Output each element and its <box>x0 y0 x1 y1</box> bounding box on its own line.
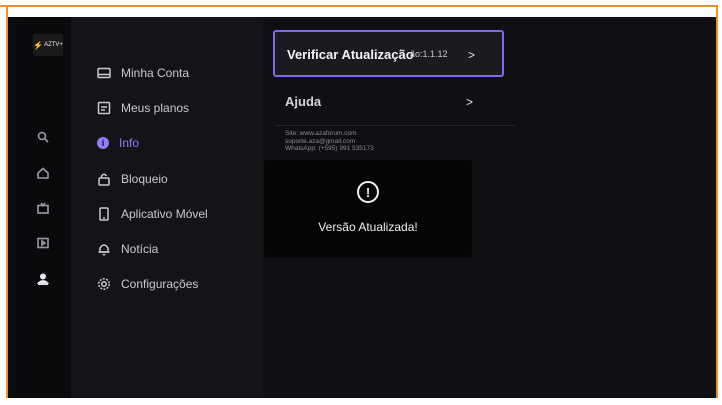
help-button[interactable]: Ajuda <box>285 94 321 109</box>
whatsapp-text: WhatsApp: (+595) 991 535173 <box>285 145 374 152</box>
menu-item-label: Info <box>119 136 140 150</box>
lock-icon <box>98 173 110 186</box>
app-logo: ⚡ AZTV+ <box>33 34 63 56</box>
bell-icon <box>98 244 110 256</box>
window-frame: ⚡ AZTV+ Minha Conta Meus planos i Info B… <box>0 0 722 405</box>
menu-item-label: Notícia <box>121 242 159 256</box>
email-text: suporte.aza@gmail.com <box>285 137 356 145</box>
account-icon <box>97 67 111 79</box>
home-icon[interactable] <box>36 166 50 180</box>
plans-icon <box>97 101 111 115</box>
gear-icon <box>98 278 110 290</box>
play-icon[interactable] <box>36 236 50 250</box>
chevron-right-icon: > <box>466 95 474 109</box>
border-top <box>0 5 716 7</box>
border-left <box>6 5 8 405</box>
menu-item-label: Minha Conta <box>121 66 190 80</box>
border-right <box>716 5 718 405</box>
update-dialog: ! Versão Atualizada! <box>264 160 472 258</box>
bottom-strip <box>0 398 722 405</box>
menu-item-label: Meus planos <box>121 101 190 115</box>
version-text: ão:1.1.12 <box>410 49 448 59</box>
menu-item-bloqueio[interactable]: Bloqueio <box>97 169 168 189</box>
tv-icon[interactable] <box>36 201 50 215</box>
dialog-message: Versão Atualizada! <box>318 220 418 234</box>
menu-item-label: Aplicativo Móvel <box>121 207 208 221</box>
bolt-icon: ⚡ <box>33 40 44 50</box>
search-icon[interactable] <box>36 130 50 144</box>
menu-item-meus-planos[interactable]: Meus planos <box>97 98 189 118</box>
divider <box>275 125 515 126</box>
menu-item-aplicativo-movel[interactable]: Aplicativo Móvel <box>97 204 208 224</box>
mobile-icon <box>99 207 109 221</box>
logo-text: AZTV+ <box>44 42 63 48</box>
menu-item-configuracoes[interactable]: Configurações <box>97 274 198 294</box>
menu-item-label: Configurações <box>121 277 199 291</box>
alert-icon: ! <box>357 181 379 203</box>
site-text: Site: www.azaforum.com <box>285 130 357 137</box>
chevron-right-icon: > <box>468 48 476 62</box>
menu-item-info[interactable]: i Info <box>97 133 139 153</box>
contact-info: Site: www.azaforum.com suporte.aza@gmail… <box>285 130 374 153</box>
menu-item-label: Bloqueio <box>121 172 168 186</box>
check-update-label: Verificar Atualização <box>287 47 414 62</box>
check-update-button[interactable]: Verificar Atualização ão:1.1.12 > <box>273 30 504 77</box>
menu-item-minha-conta[interactable]: Minha Conta <box>97 63 189 83</box>
info-icon: i <box>97 137 109 149</box>
profile-icon[interactable] <box>36 272 50 286</box>
menu-item-noticia[interactable]: Notícia <box>97 239 158 259</box>
